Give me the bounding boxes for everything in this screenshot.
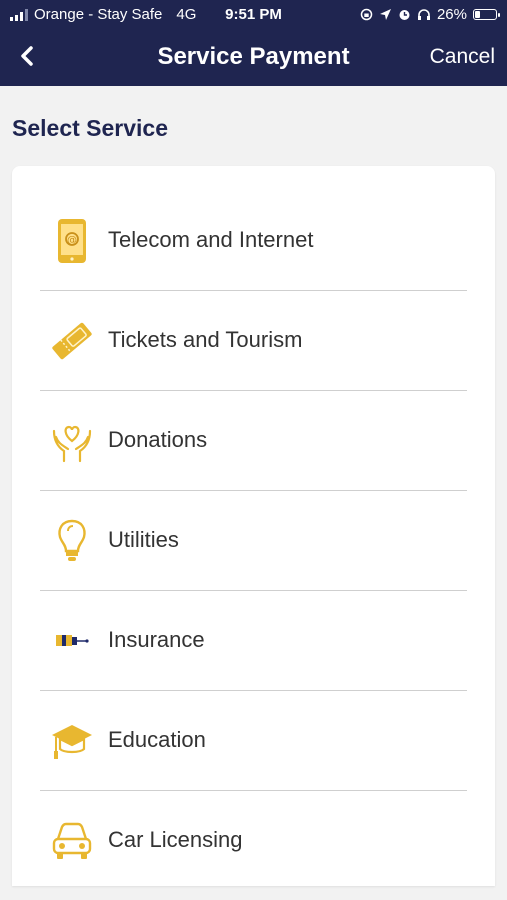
battery-icon [473, 9, 500, 20]
ticket-icon [52, 322, 92, 360]
header: Orange - Stay Safe 4G 9:51 PM 26% Servic… [0, 0, 507, 86]
headphones-icon [417, 9, 430, 20]
status-bar: Orange - Stay Safe 4G 9:51 PM 26% [0, 0, 507, 30]
service-label: Education [108, 727, 206, 752]
service-label: Car Licensing [108, 827, 243, 852]
service-item-education[interactable]: Education [40, 691, 467, 791]
service-item-utilities[interactable]: Utilities [40, 491, 467, 591]
service-label: Donations [108, 427, 208, 452]
section-title: Select Service [12, 115, 169, 141]
lightbulb-icon [58, 519, 86, 561]
location-icon [379, 9, 391, 20]
car-icon [52, 822, 92, 859]
battery-percent: 26% [436, 6, 467, 23]
cancel-button[interactable]: Cancel [430, 45, 495, 69]
insurance-icon [56, 635, 89, 646]
heart-hands-icon [52, 425, 92, 463]
service-item-donations[interactable]: Donations [40, 391, 467, 491]
svg-text:@: @ [67, 235, 77, 246]
service-label: Utilities [108, 527, 179, 552]
service-item-insurance[interactable]: Insurance [40, 591, 467, 691]
service-item-tickets[interactable]: Tickets and Tourism [40, 291, 467, 391]
service-label: Tickets and Tourism [108, 327, 303, 352]
service-label: Telecom and Internet [108, 227, 314, 252]
graduation-cap-icon [52, 725, 92, 759]
navigation-bar: Service Payment Cancel [0, 32, 507, 82]
service-item-car-licensing[interactable]: Car Licensing [40, 791, 467, 886]
lock-rotation-icon [360, 8, 373, 21]
phone-icon: @ [58, 219, 86, 263]
service-item-telecom[interactable]: @ Telecom and Internet [40, 191, 467, 291]
alarm-icon [399, 10, 410, 20]
service-label: Insurance [108, 627, 205, 652]
service-list: @ Telecom and Internet Tickets and Touri… [12, 166, 495, 886]
